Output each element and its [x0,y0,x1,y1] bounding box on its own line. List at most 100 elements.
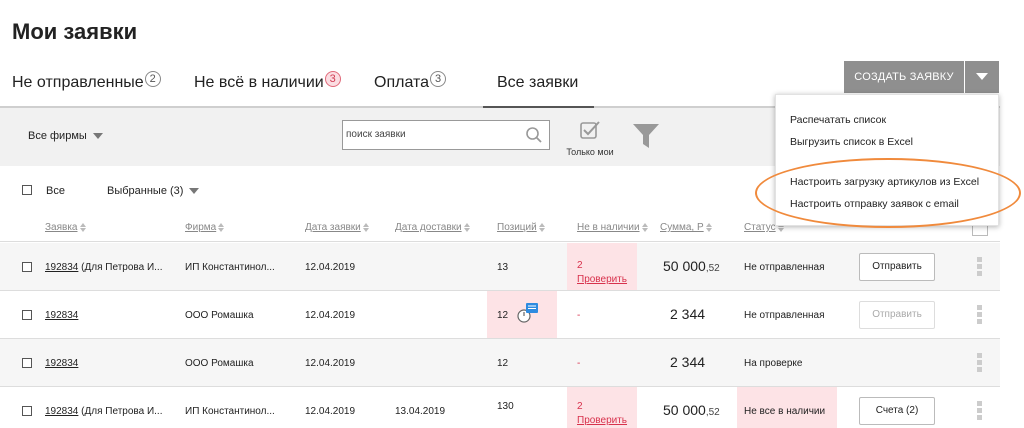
sum-cell: 2 344 [670,306,705,322]
send-button[interactable]: Отправить [859,253,935,281]
filter-icon[interactable] [633,124,659,153]
table-row[interactable]: 192834 (Для Петрова И... ИП Константинол… [0,387,1000,428]
kebab-menu-icon[interactable] [977,353,983,374]
tab-label: Все заявки [497,74,579,91]
sum-cents: ,52 [705,407,720,418]
tab-payment[interactable]: Оплата 3 [374,71,447,92]
row-checkbox[interactable] [22,358,32,368]
request-link[interactable]: 192834 [45,406,78,417]
column-header-missing[interactable]: Не в наличии [577,222,649,233]
column-header-request[interactable]: Заявка [45,222,87,233]
sum-cell: 2 344 [670,354,705,370]
check-link[interactable]: Проверить [577,274,627,285]
request-note: (Для Петрова И... [78,262,163,273]
firm-cell: ИП Константинол... [185,262,275,273]
positions-cell: 12 [497,310,509,321]
firm-select-label: Все фирмы [28,130,87,142]
select-all-label: Все [46,185,65,197]
create-request-button[interactable]: СОЗДАТЬ ЗАЯВКУ [844,61,964,93]
column-header-firm[interactable]: Фирма [185,222,225,233]
table-row[interactable]: 192834 (Для Петрова И... ИП Константинол… [0,243,1000,291]
tab-label: Оплата [374,74,430,91]
tab-label: Не отправленные [12,74,144,91]
date-cell: 12.04.2019 [305,310,356,321]
firm-select[interactable]: Все фирмы [28,130,103,142]
tab-label: Не всё в наличии [194,74,324,91]
missing-count: 2 [577,260,583,271]
column-header-delivery[interactable]: Дата доставки [395,222,471,233]
tab-not-sent[interactable]: Не отправленные 2 [12,71,161,92]
missing-count: 2 [577,401,583,412]
sort-icon [362,222,370,232]
sum-main: 2 344 [670,306,706,322]
sum-main: 2 344 [670,354,706,370]
column-header-date[interactable]: Дата заявки [305,222,370,233]
request-link[interactable]: 192834 [45,262,78,273]
chevron-down-icon [976,73,988,80]
column-header-sum[interactable]: Сумма, Р [660,222,713,233]
status-cell: Не отправленная [744,310,825,321]
date-cell: 12.04.2019 [305,358,356,369]
row-checkbox[interactable] [22,262,32,272]
tab-badge: 3 [324,71,341,87]
table-row[interactable]: 192834 ООО Ромашка 12.04.2019 12 - 2 344… [0,291,1000,339]
menu-item-export-excel[interactable]: Выгрузить список в Excel [790,136,913,148]
tab-all[interactable]: Все заявки [482,74,595,109]
sum-cell: 50 000,52 [663,402,720,418]
sort-icon [705,222,713,232]
create-menu-toggle[interactable] [965,61,999,93]
delivery-cell: 13.04.2019 [395,406,446,417]
positions-cell: 13 [497,262,509,273]
tab-not-in-stock[interactable]: Не всё в наличии 3 [194,71,341,92]
request-cell: 192834 (Для Петрова И... [45,262,162,273]
kebab-menu-icon[interactable] [977,257,983,278]
kebab-menu-icon[interactable] [977,305,983,326]
positions-cell: 12 [497,358,509,369]
select-all-checkbox[interactable] [22,185,32,195]
check-link[interactable]: Проверить [577,415,627,426]
create-menu-dropdown: Распечатать список Выгрузить список в Ex… [775,94,999,226]
only-mine-toggle[interactable]: Только мои [560,120,620,157]
menu-item-setup-email-requests[interactable]: Настроить отправку заявок с email [790,198,959,210]
request-link[interactable]: 192834 [45,358,78,369]
search-icon[interactable] [525,126,543,149]
comment-icon[interactable] [515,303,539,328]
invoices-button[interactable]: Счета (2) [859,397,935,425]
tab-badge: 2 [144,71,161,87]
kebab-menu-icon[interactable] [977,401,983,422]
checkbox-check-icon [580,121,600,139]
row-checkbox[interactable] [22,310,32,320]
search-input[interactable] [346,129,516,140]
menu-item-print-list[interactable]: Распечатать список [790,114,886,126]
request-link[interactable]: 192834 [45,310,78,321]
row-checkbox[interactable] [22,406,32,416]
sort-icon [538,222,546,232]
column-header-positions[interactable]: Позиций [497,222,546,233]
selected-dropdown-label: Выбранные (3) [107,185,184,197]
sort-icon [79,222,87,232]
sum-cell: 50 000,52 [663,258,720,274]
search-box [342,120,550,150]
firm-cell: ООО Ромашка [185,358,254,369]
sum-main: 50 000 [663,258,706,274]
status-cell: Не все в наличии [744,406,826,417]
only-mine-label: Только мои [566,147,614,157]
positions-cell: 130 [497,401,514,412]
sort-icon [218,222,225,232]
firm-cell: ООО Ромашка [185,310,254,321]
sum-main: 50 000 [663,402,706,418]
selected-dropdown[interactable]: Выбранные (3) [107,185,200,197]
date-cell: 12.04.2019 [305,406,356,417]
menu-item-setup-excel-import[interactable]: Настроить загрузку артикулов из Excel [790,176,979,188]
table-row[interactable]: 192834 ООО Ромашка 12.04.2019 12 - 2 344… [0,339,1000,387]
sort-icon [641,222,649,232]
missing-count: - [577,310,581,321]
status-cell: Не отправленная [744,262,825,273]
caret-down-icon [189,188,200,195]
request-cell: 192834 (Для Петрова И... [45,406,162,417]
sort-icon [463,222,471,232]
tab-badge: 3 [430,71,447,87]
send-button[interactable]: Отправить [859,301,935,329]
status-cell: На проверке [744,358,803,369]
caret-down-icon [92,133,103,140]
